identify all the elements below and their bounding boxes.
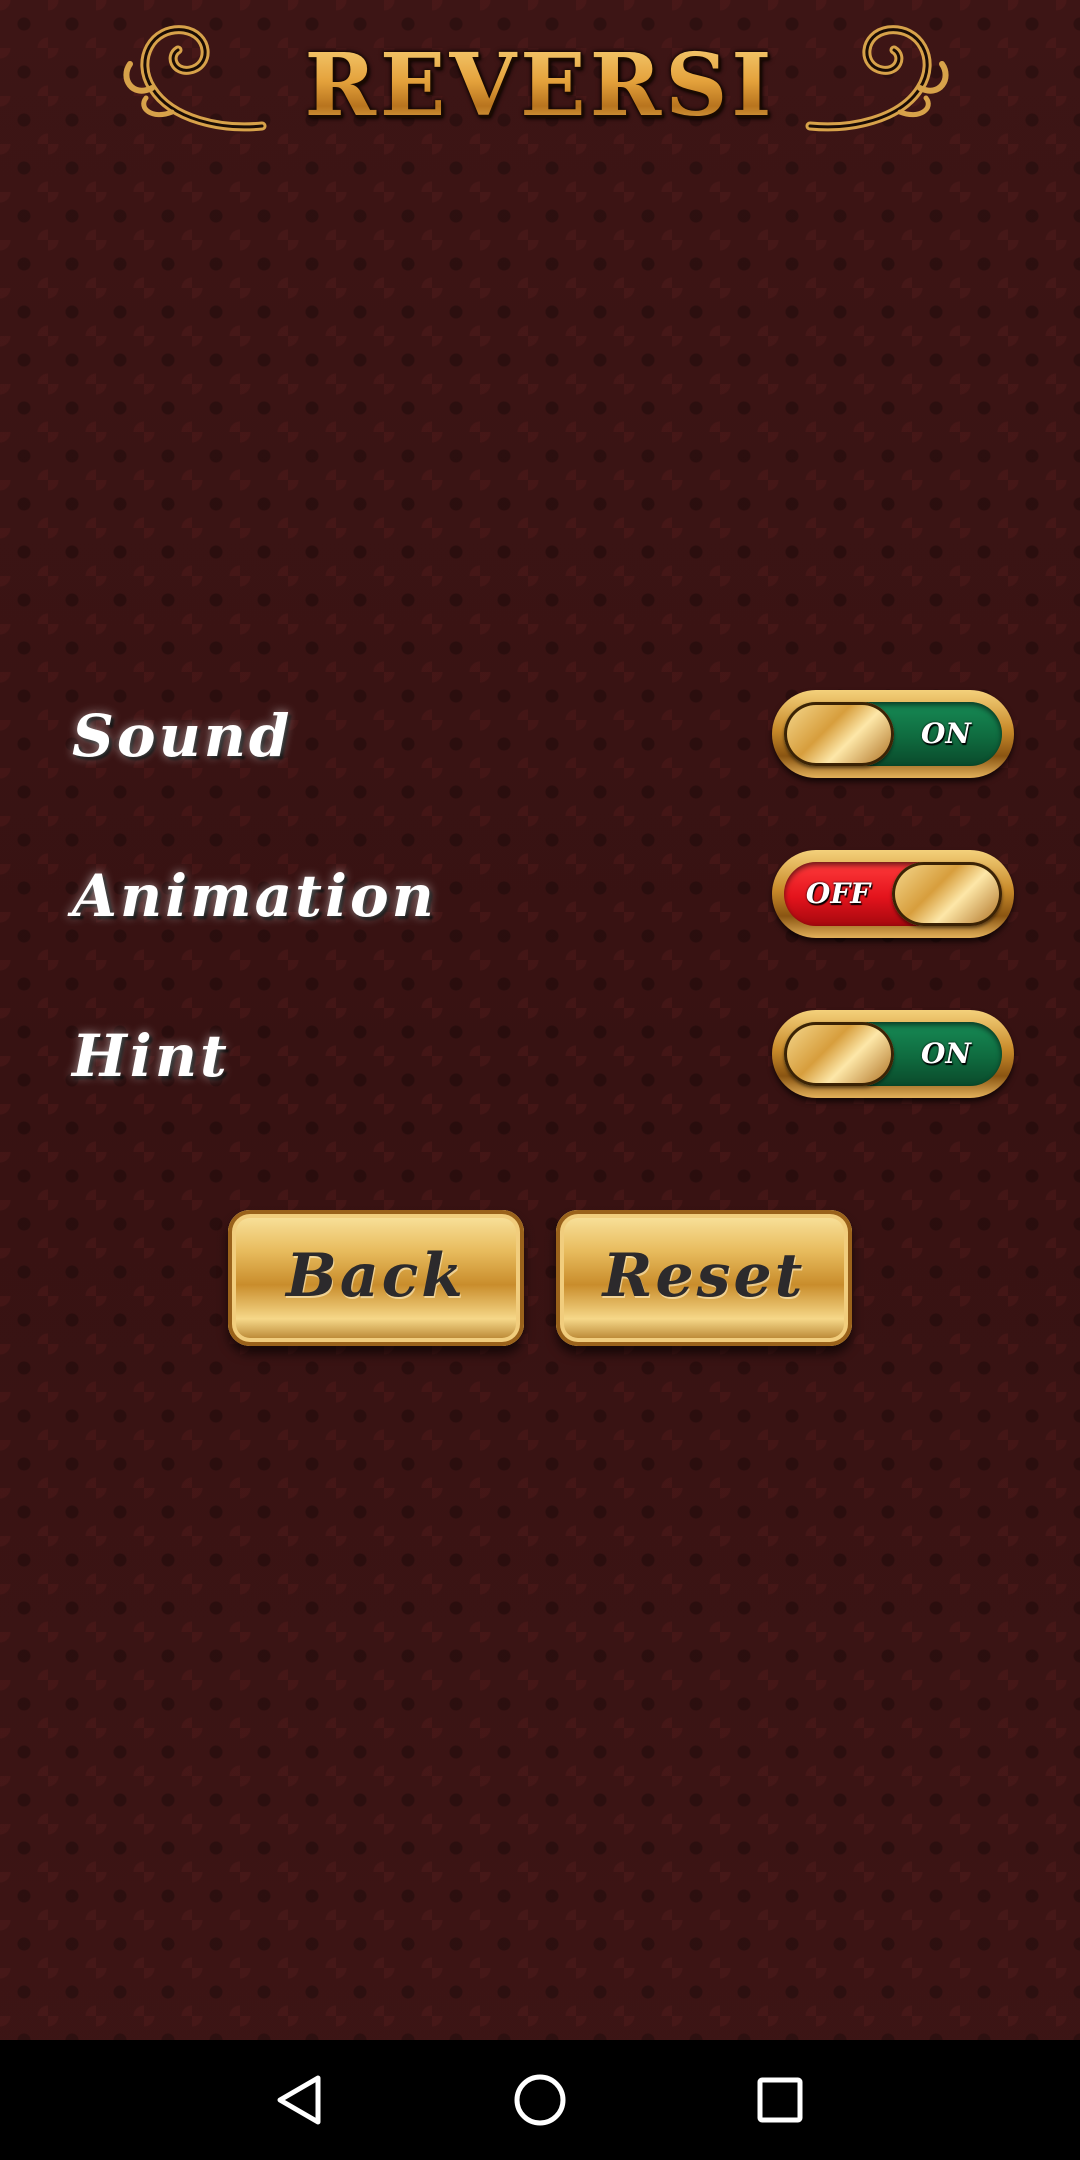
nav-recents-button[interactable] xyxy=(740,2060,820,2140)
setting-label-animation: Animation xyxy=(72,862,437,930)
toggle-knob xyxy=(784,1022,894,1086)
sound-toggle[interactable]: ON xyxy=(772,690,1014,778)
reset-button-label: Reset xyxy=(602,1241,806,1311)
header: REVERSI xyxy=(0,0,1080,150)
system-navigation-bar xyxy=(0,2040,1080,2160)
back-button[interactable]: Back xyxy=(228,1210,524,1346)
recents-square-icon xyxy=(757,2077,803,2123)
setting-label-hint: Hint xyxy=(72,1022,230,1090)
toggle-state-label: ON xyxy=(921,717,971,750)
nav-home-button[interactable] xyxy=(500,2060,580,2140)
setting-label-sound: Sound xyxy=(72,702,293,770)
ornament-swirl-icon xyxy=(123,25,267,132)
nav-back-button[interactable] xyxy=(260,2060,340,2140)
home-circle-icon xyxy=(514,2074,566,2126)
toggle-state-label: ON xyxy=(921,1037,971,1070)
animation-toggle[interactable]: OFF xyxy=(772,850,1014,938)
toggle-knob xyxy=(784,702,894,766)
toggle-knob xyxy=(892,862,1002,926)
hint-toggle[interactable]: ON xyxy=(772,1010,1014,1098)
setting-row-animation: Animation OFF xyxy=(0,850,1080,942)
ornament-swirl-icon xyxy=(805,25,949,132)
back-triangle-icon xyxy=(277,2075,321,2125)
setting-row-sound: Sound ON xyxy=(0,690,1080,782)
setting-row-hint: Hint ON xyxy=(0,1010,1080,1102)
back-button-label: Back xyxy=(286,1241,466,1311)
toggle-state-label: OFF xyxy=(805,877,871,910)
app-title: REVERSI xyxy=(290,36,790,136)
reset-button[interactable]: Reset xyxy=(556,1210,852,1346)
